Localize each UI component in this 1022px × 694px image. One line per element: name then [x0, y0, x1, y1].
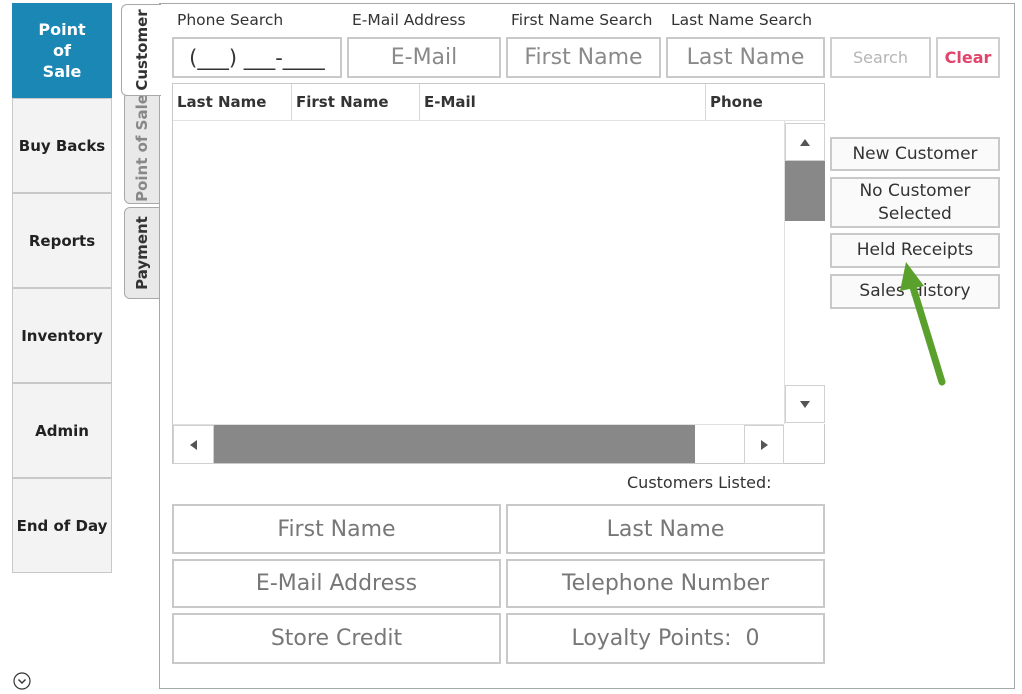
- store-credit-value: Store Credit: [270, 626, 403, 651]
- first-name-placeholder: First Name: [524, 45, 643, 70]
- nav-item-label: Buy Backs: [18, 136, 106, 155]
- tab-label: Payment: [133, 216, 151, 290]
- column-header-label: Phone: [710, 93, 763, 111]
- first-name-value: First Name: [277, 516, 396, 542]
- triangle-up-icon[interactable]: [785, 123, 825, 161]
- nav-item-label: End of Day: [16, 516, 108, 535]
- triangle-right-icon[interactable]: [744, 425, 784, 464]
- horizontal-scrollbar[interactable]: [173, 424, 784, 464]
- last-name-value: Last Name: [606, 516, 725, 542]
- nav-item-reports[interactable]: Reports: [12, 193, 112, 288]
- green-arrow-icon: [895, 258, 955, 388]
- loyalty-points-value: Loyalty Points: 0: [571, 626, 760, 651]
- nav-item-admin[interactable]: Admin: [12, 383, 112, 478]
- phone-search-label: Phone Search: [177, 11, 284, 29]
- nav-item-label-line: of: [53, 41, 71, 60]
- column-header-label: First Name: [296, 93, 389, 111]
- nav-item-buy-backs[interactable]: Buy Backs: [12, 98, 112, 193]
- new-customer-button[interactable]: New Customer: [830, 137, 1000, 171]
- triangle-down-icon[interactable]: [785, 385, 825, 423]
- tab-label: Customer: [132, 9, 151, 91]
- column-header-phone[interactable]: Phone: [706, 84, 824, 120]
- last-name-search-input[interactable]: Last Name: [666, 37, 825, 78]
- last-name-field[interactable]: Last Name: [506, 504, 825, 554]
- vertical-scroll-thumb[interactable]: [785, 161, 825, 221]
- customers-listed-label: Customers Listed:: [627, 473, 772, 492]
- no-customer-selected-button[interactable]: No Customer Selected: [830, 177, 1000, 228]
- triangle-left-icon[interactable]: [173, 425, 214, 464]
- email-address-field[interactable]: E-Mail Address: [172, 559, 501, 608]
- loyalty-points-field[interactable]: Loyalty Points: 0: [506, 613, 825, 664]
- email-value: E-Mail Address: [255, 571, 418, 596]
- tab-point-of-sale[interactable]: Point of Sale: [124, 92, 160, 204]
- no-customer-label-line: No Customer: [859, 180, 971, 201]
- email-search-input[interactable]: E-Mail: [347, 37, 501, 78]
- phone-search-input[interactable]: (___) ___-____: [172, 37, 342, 78]
- chevron-circle-down-icon[interactable]: [13, 672, 31, 690]
- search-button-label: Search: [853, 48, 908, 67]
- last-name-placeholder: Last Name: [686, 45, 805, 70]
- header-divider: [173, 120, 824, 121]
- column-header-label: E-Mail: [424, 93, 476, 111]
- clear-button[interactable]: Clear: [936, 37, 1000, 78]
- first-name-field[interactable]: First Name: [172, 504, 501, 554]
- customer-table: Last Name First Name E-Mail Phone: [172, 83, 825, 464]
- last-name-search-label: Last Name Search: [671, 11, 813, 29]
- email-placeholder: E-Mail: [390, 45, 458, 70]
- tab-payment[interactable]: Payment: [124, 207, 160, 299]
- telephone-value: Telephone Number: [561, 571, 770, 596]
- column-header-first-name[interactable]: First Name: [292, 84, 420, 120]
- nav-item-label: Reports: [28, 231, 96, 250]
- new-customer-label: New Customer: [852, 143, 978, 164]
- nav-item-label-line: Point: [38, 20, 86, 39]
- search-button[interactable]: Search: [830, 37, 931, 78]
- no-customer-label-line: Selected: [878, 203, 952, 224]
- phone-placeholder: (___) ___-____: [189, 45, 325, 70]
- clear-button-label: Clear: [944, 48, 992, 67]
- first-name-search-label: First Name Search: [511, 11, 653, 29]
- email-search-label: E-Mail Address: [352, 11, 466, 29]
- nav-item-end-of-day[interactable]: End of Day: [12, 478, 112, 573]
- column-header-last-name[interactable]: Last Name: [173, 84, 292, 120]
- nav-item-label: Admin: [35, 421, 89, 440]
- store-credit-field[interactable]: Store Credit: [172, 613, 501, 664]
- nav-item-inventory[interactable]: Inventory: [12, 288, 112, 383]
- first-name-search-input[interactable]: First Name: [506, 37, 661, 78]
- nav-item-label-line: Sale: [42, 62, 82, 81]
- vertical-scrollbar[interactable]: [784, 121, 825, 424]
- column-header-email[interactable]: E-Mail: [420, 84, 706, 120]
- horizontal-scroll-thumb[interactable]: [214, 425, 695, 463]
- nav-item-label: Inventory: [21, 326, 103, 345]
- tab-label: Point of Sale: [133, 94, 151, 202]
- nav-item-point-of-sale[interactable]: Point of Sale: [12, 3, 112, 98]
- column-header-label: Last Name: [177, 93, 267, 111]
- tab-customer[interactable]: Customer: [121, 4, 161, 96]
- telephone-number-field[interactable]: Telephone Number: [506, 559, 825, 608]
